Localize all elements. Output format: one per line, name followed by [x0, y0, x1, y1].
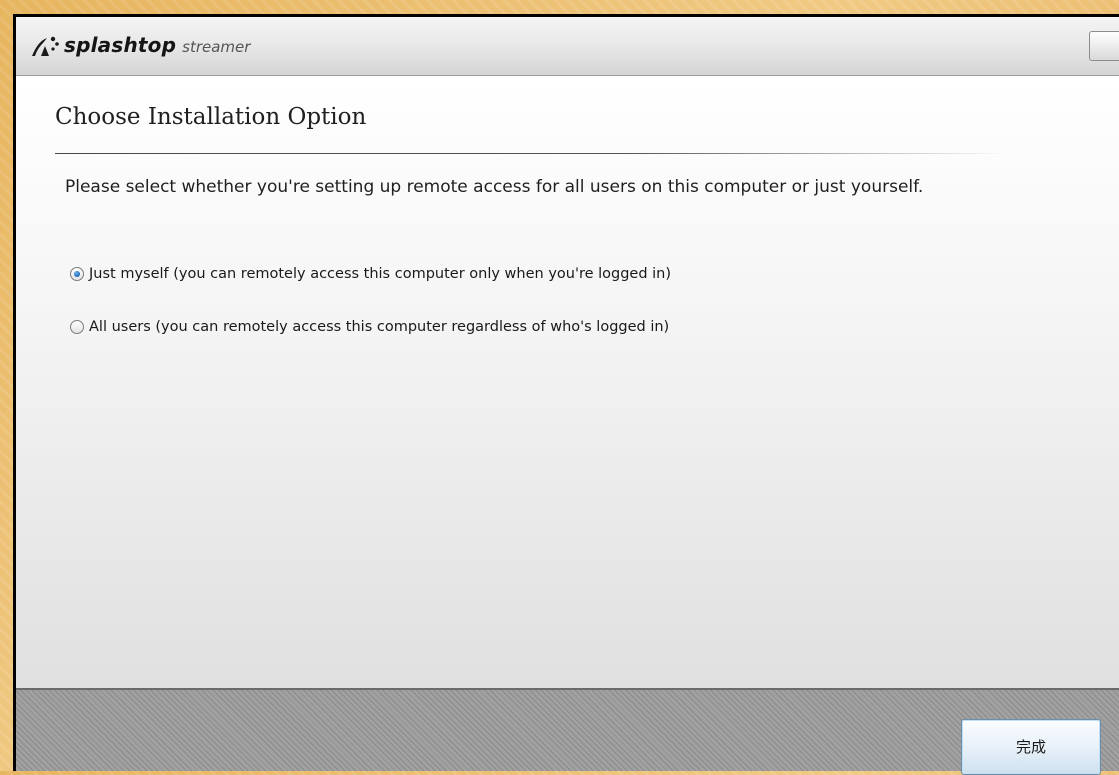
option-label: All users (you can remotely access this … — [89, 319, 670, 335]
option-label: Just myself (you can remotely access thi… — [89, 266, 672, 282]
radio-button-selected[interactable] — [70, 267, 84, 281]
title-bar: splashtop streamer — [16, 17, 1119, 76]
footer-bar: 完成 — [16, 688, 1119, 775]
window-control-button[interactable] — [1089, 31, 1119, 61]
title-divider — [55, 153, 1007, 154]
finish-button[interactable]: 完成 — [961, 719, 1101, 775]
brand-name: splashtop — [64, 33, 177, 57]
main-content: Choose Installation Option Please select… — [16, 76, 1119, 688]
option-just-myself[interactable]: Just myself (you can remotely access thi… — [70, 266, 671, 282]
app-logo: splashtop streamer — [30, 32, 250, 58]
splashtop-logo-icon — [32, 36, 59, 56]
radio-button-unselected[interactable] — [70, 320, 84, 334]
installer-window: splashtop streamer Choose Installation O… — [13, 14, 1119, 775]
product-name: streamer — [182, 37, 251, 56]
instruction-text: Please select whether you're setting up … — [65, 177, 924, 197]
page-title: Choose Installation Option — [55, 104, 367, 130]
option-all-users[interactable]: All users (you can remotely access this … — [70, 319, 669, 335]
